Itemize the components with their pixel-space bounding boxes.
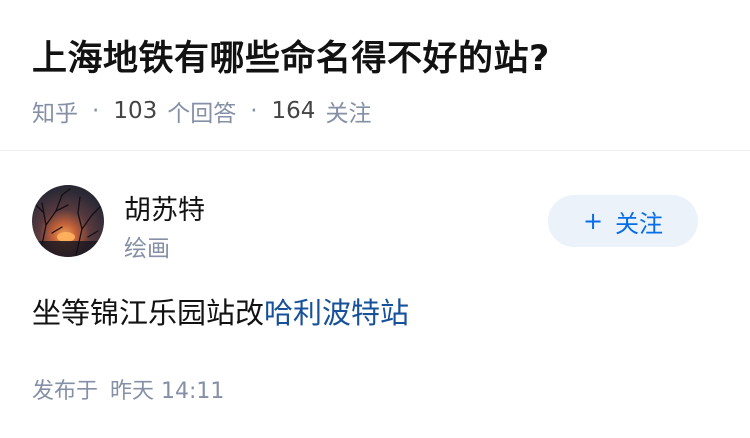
avatar[interactable] <box>32 185 104 257</box>
answer-link[interactable]: 哈利波特站 <box>264 296 409 330</box>
plus-icon: + <box>582 207 604 235</box>
author-name[interactable]: 胡苏特 <box>124 188 205 227</box>
answer-text: 坐等锦江乐园站改 <box>32 296 265 330</box>
meta-separator: · <box>250 98 258 124</box>
divider <box>0 150 750 151</box>
answer-page: 上海地铁有哪些命名得不好的站? 知乎 · 103 个回答 · 164 关注 胡苏… <box>0 0 750 438</box>
published-label: 发布于 <box>32 379 99 404</box>
author-bio: 绘画 <box>124 236 170 262</box>
question-meta: 知乎 · 103 个回答 · 164 关注 <box>32 94 371 128</box>
follower-count: 164 <box>271 98 316 124</box>
sunset-branches-image <box>32 188 104 257</box>
publish-info: 发布于 昨天 14:11 <box>32 373 224 405</box>
follow-button-label: 关注 <box>615 209 664 238</box>
follower-count-unit: 关注 <box>325 101 372 127</box>
answer-count-unit: 个回答 <box>167 101 237 127</box>
answer-count: 103 <box>113 98 158 124</box>
source-label[interactable]: 知乎 <box>32 94 78 128</box>
answer-content: 坐等锦江乐园站改哈利波特站 <box>32 290 409 332</box>
question-title[interactable]: 上海地铁有哪些命名得不好的站? <box>32 30 550 81</box>
meta-separator: · <box>92 98 100 124</box>
follow-button[interactable]: + 关注 <box>548 195 698 247</box>
published-time: 昨天 14:11 <box>110 379 225 404</box>
